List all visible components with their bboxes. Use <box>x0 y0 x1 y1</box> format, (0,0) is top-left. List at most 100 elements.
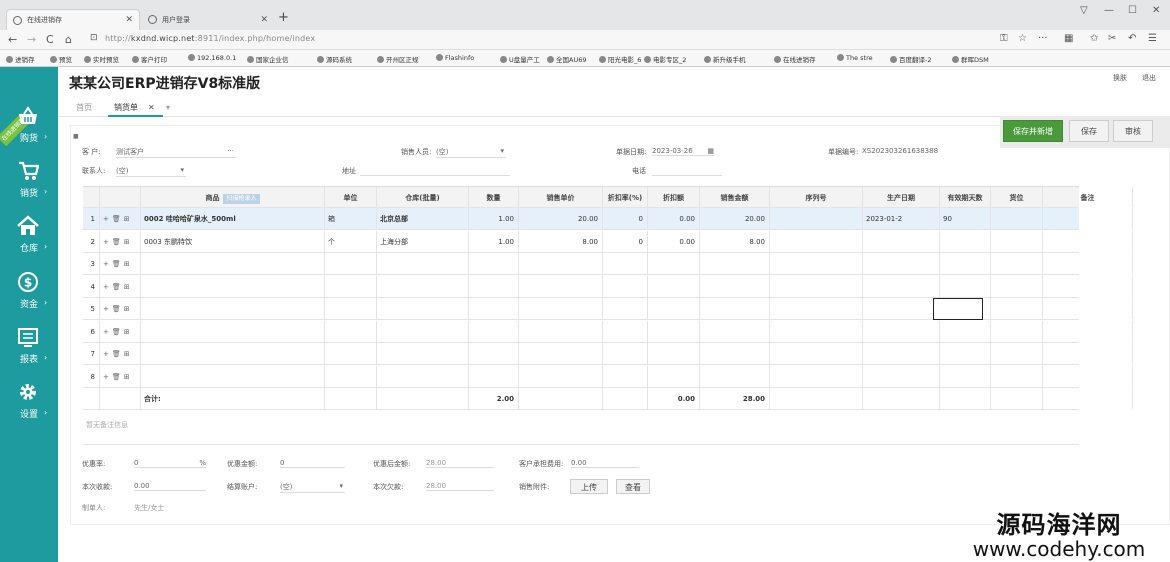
grid-cell[interactable] <box>1043 230 1133 252</box>
grid-cell[interactable] <box>770 298 863 319</box>
book-icon[interactable]: ⊞ <box>124 305 130 313</box>
grid-cell[interactable]: 0002 哇哈哈矿泉水_500ml <box>141 208 325 229</box>
grid-cell[interactable]: 个 <box>325 230 377 252</box>
book-icon[interactable]: ⊞ <box>124 373 130 381</box>
grid-cell[interactable] <box>1043 343 1133 364</box>
grid-cell[interactable] <box>469 320 519 342</box>
close-icon[interactable]: ✕ <box>125 15 133 25</box>
grid-cell[interactable]: 20.00 <box>519 208 603 229</box>
account-select[interactable]: (空) ▾ <box>280 482 345 493</box>
note-input[interactable]: 暂无备注信息 <box>86 420 128 430</box>
grid-cell[interactable] <box>469 298 519 319</box>
key-icon[interactable]: ⚿ <box>1000 33 1008 44</box>
grid-cell[interactable] <box>377 275 469 297</box>
grid-cell[interactable] <box>648 343 700 364</box>
grid-cell[interactable] <box>519 365 603 387</box>
grid-cell[interactable] <box>469 275 519 297</box>
bookmark-item[interactable]: 新升级手机 <box>704 54 746 64</box>
bookmark-item[interactable]: 进销存 <box>6 54 35 64</box>
grid-cell[interactable]: 1.00 <box>469 208 519 229</box>
grid-cell[interactable] <box>141 320 325 342</box>
grid-cell[interactable] <box>603 298 648 319</box>
table-row[interactable]: 4 + 🗑 ⊞ <box>83 275 1133 298</box>
bookmark-item[interactable]: 在线进销存 <box>774 54 816 64</box>
add-row-icon[interactable]: + <box>103 373 109 381</box>
bookmark-item[interactable]: 全国AU69 <box>547 54 586 64</box>
grid-cell[interactable]: 1.00 <box>469 230 519 252</box>
grid-cell[interactable] <box>863 298 940 319</box>
table-row[interactable]: 5 + 🗑 ⊞ <box>83 298 1133 320</box>
grid-cell[interactable] <box>991 208 1043 229</box>
phone-input[interactable] <box>652 166 722 176</box>
grid-cell[interactable] <box>770 320 863 342</box>
window-close-icon[interactable]: ✕ <box>1152 5 1160 16</box>
add-row-icon[interactable]: + <box>103 238 109 246</box>
favorites-icon[interactable]: ✩ <box>1090 33 1098 44</box>
grid-cell[interactable] <box>991 298 1043 319</box>
add-row-icon[interactable]: + <box>103 260 109 268</box>
grid-cell[interactable] <box>940 320 991 342</box>
cut-icon[interactable]: ✂ <box>1108 33 1116 44</box>
delete-row-icon[interactable]: 🗑 <box>112 215 121 223</box>
minimize-icon[interactable]: — <box>1104 5 1114 16</box>
grid-cell[interactable] <box>770 365 863 387</box>
grid-cell[interactable] <box>325 275 377 297</box>
undo-icon[interactable]: ↶ <box>1128 33 1136 44</box>
save-button[interactable]: 保存 <box>1069 120 1109 142</box>
grid-cell[interactable] <box>1043 208 1133 229</box>
customer-fee-input[interactable]: 0.00 <box>571 459 639 468</box>
book-icon[interactable]: ⊞ <box>124 215 130 223</box>
logout-link[interactable]: 退出 <box>1142 73 1156 83</box>
view-button[interactable]: 查看 <box>616 479 650 494</box>
grid-cell[interactable]: 箱 <box>325 208 377 229</box>
table-row[interactable]: 6 + 🗑 ⊞ <box>83 320 1133 343</box>
grid-cell[interactable] <box>991 275 1043 297</box>
grid-cell[interactable] <box>700 275 770 297</box>
grid-cell[interactable] <box>770 275 863 297</box>
grid-cell[interactable]: 0 <box>603 208 648 229</box>
grid-cell[interactable] <box>603 343 648 364</box>
grid-cell[interactable] <box>141 365 325 387</box>
book-icon[interactable]: ⊞ <box>124 328 130 336</box>
add-row-icon[interactable]: + <box>103 305 109 313</box>
grid-cell[interactable]: 0.00 <box>648 230 700 252</box>
grid-cell[interactable]: 8.00 <box>519 230 603 252</box>
sidebar-item-warehouse[interactable]: 仓库 › <box>0 215 58 265</box>
grid-cell[interactable] <box>700 298 770 319</box>
customer-field[interactable]: 测试客户 ··· <box>116 147 236 158</box>
grid-cell[interactable]: + 🗑 ⊞ <box>100 208 141 229</box>
new-tab-icon[interactable]: + <box>278 10 289 25</box>
grid-cell[interactable] <box>648 253 700 274</box>
grid-cell[interactable]: 上海分部 <box>377 230 469 252</box>
tab-home[interactable]: 首页 <box>76 102 92 113</box>
more-icon[interactable]: ··· <box>227 147 234 155</box>
grid-cell[interactable] <box>1043 275 1133 297</box>
sidebar-item-settings[interactable]: 设置 › <box>0 381 58 431</box>
menu-icon[interactable]: ☰ <box>1148 33 1157 44</box>
grid-cell[interactable] <box>940 230 991 252</box>
grid-cell[interactable] <box>940 365 991 387</box>
forward-icon[interactable]: → <box>27 33 36 46</box>
grid-cell[interactable] <box>469 343 519 364</box>
grid-cell[interactable] <box>863 343 940 364</box>
grid-cell[interactable] <box>648 365 700 387</box>
chevron-down-icon[interactable]: ▾ <box>166 103 170 112</box>
shield-icon[interactable]: ▽ <box>1080 5 1088 16</box>
grid-cell[interactable] <box>863 230 940 252</box>
contact-select[interactable]: (空) ▾ <box>116 166 186 177</box>
bookmark-item[interactable]: 群晖DSM <box>952 54 989 64</box>
grid-cell[interactable] <box>603 365 648 387</box>
tab-sales-order[interactable]: 销货单 ✕ <box>108 100 163 117</box>
grid-cell[interactable] <box>648 298 700 319</box>
book-icon[interactable]: ⊞ <box>124 260 130 268</box>
delete-row-icon[interactable]: 🗑 <box>112 260 121 268</box>
discount-rate-input[interactable]: 0% <box>134 459 206 468</box>
grid-cell[interactable] <box>770 343 863 364</box>
date-input[interactable]: 2023-03-26 ▦ <box>652 147 714 156</box>
sidebar-item-purchase[interactable]: 购货 › <box>0 105 58 155</box>
sidebar-item-sales[interactable]: 销货 › <box>0 160 58 210</box>
address-input[interactable] <box>360 166 510 176</box>
grid-cell[interactable] <box>519 298 603 319</box>
grid-cell[interactable] <box>377 343 469 364</box>
grid-cell[interactable] <box>469 253 519 274</box>
